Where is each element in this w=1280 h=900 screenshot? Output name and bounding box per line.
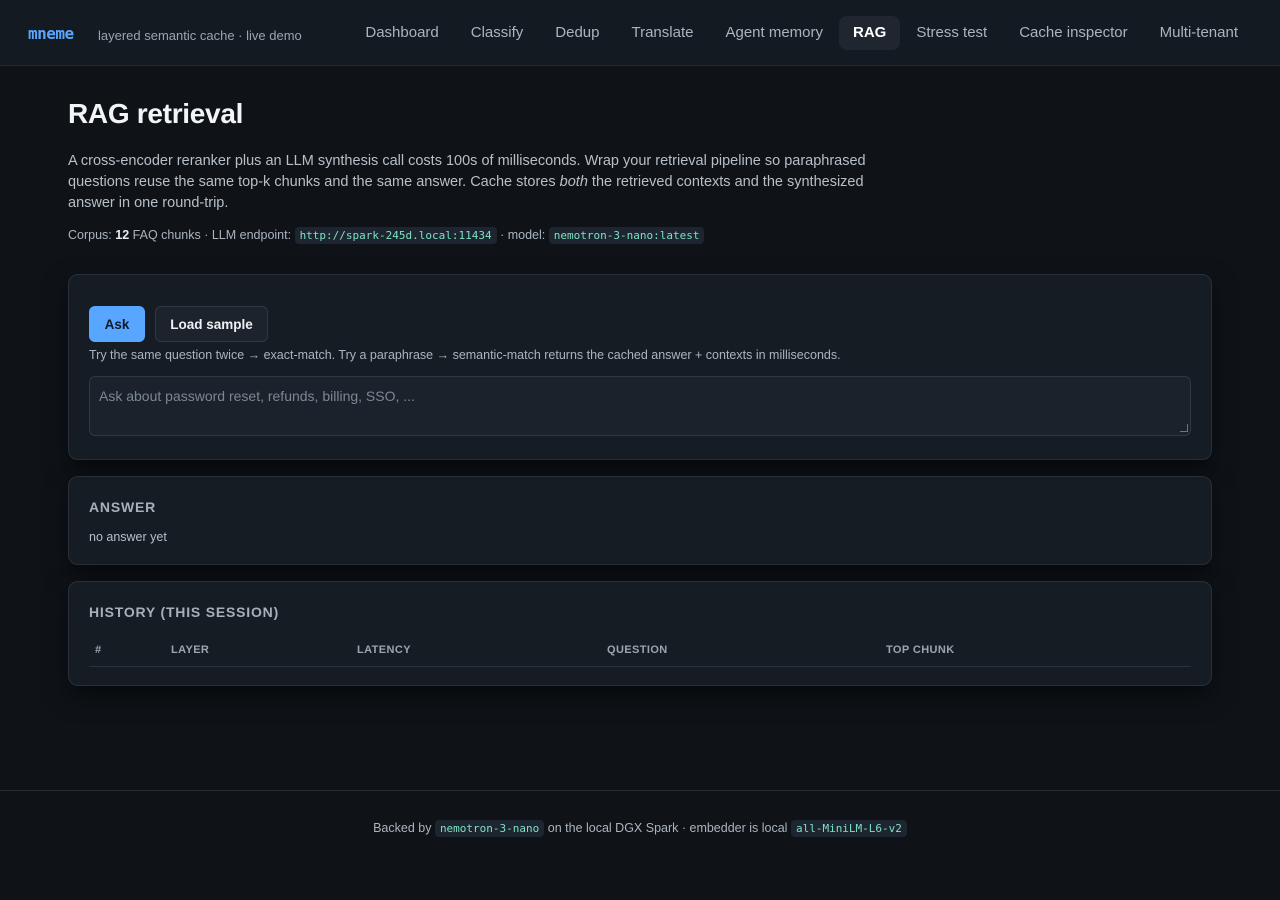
brand-logo[interactable]: mneme xyxy=(28,24,74,43)
llm-endpoint: http://spark-245d.local:11434 xyxy=(294,227,497,244)
top-navbar: mneme layered semantic cache · live demo… xyxy=(0,0,1280,66)
ask-hint: Try the same question twice → exact-matc… xyxy=(89,348,841,362)
column-top-chunk: TOP CHUNK xyxy=(886,644,955,656)
footer-embedder: all-MiniLM-L6-v2 xyxy=(790,820,907,837)
corpus-label: Corpus: xyxy=(68,228,112,242)
footer-llm: nemotron-3-nano xyxy=(434,820,545,837)
nav-dedup[interactable]: Dedup xyxy=(539,16,615,50)
load-sample-button[interactable]: Load sample xyxy=(155,306,268,342)
history-panel: HISTORY (THIS SESSION) # LAYER LATENCY Q… xyxy=(68,581,1212,686)
nav-stress-test[interactable]: Stress test xyxy=(900,16,1003,50)
answer-title: ANSWER xyxy=(89,499,157,515)
intro-emphasis: both xyxy=(559,174,588,190)
column-index: # xyxy=(95,644,102,656)
column-layer: LAYER xyxy=(171,644,210,656)
nav-translate[interactable]: Translate xyxy=(615,16,709,50)
footer: Backed by nemotron-3-nano on the local D… xyxy=(0,790,1280,900)
column-latency: LATENCY xyxy=(357,644,411,656)
nav-dashboard[interactable]: Dashboard xyxy=(349,16,454,50)
corpus-count: 12 xyxy=(115,228,130,242)
page-title: RAG retrieval xyxy=(68,98,244,129)
footer-prefix: Backed by xyxy=(373,821,432,835)
nav-rag[interactable]: RAG xyxy=(839,16,901,50)
footer-middle: on the local DGX Spark · embedder is loc… xyxy=(547,821,788,835)
nav-agent-memory[interactable]: Agent memory xyxy=(709,16,839,50)
ask-panel: Ask Load sample Try the same question tw… xyxy=(68,274,1212,460)
nav-cache-inspector[interactable]: Cache inspector xyxy=(1003,16,1143,50)
model-label: · model: xyxy=(500,228,546,242)
corpus-meta: Corpus: 12 FAQ chunks · LLM endpoint: ht… xyxy=(68,227,705,244)
resize-handle-icon[interactable] xyxy=(1180,424,1188,432)
footer-text: Backed by nemotron-3-nano on the local D… xyxy=(0,820,1280,837)
answer-text: no answer yet xyxy=(89,530,167,544)
model-name: nemotron-3-nano:latest xyxy=(548,227,705,244)
history-table-header: # LAYER LATENCY QUESTION TOP CHUNK xyxy=(89,642,1191,667)
corpus-unit: FAQ chunks · LLM endpoint: xyxy=(132,228,292,242)
history-title: HISTORY (THIS SESSION) xyxy=(89,604,280,620)
ask-button[interactable]: Ask xyxy=(89,306,145,342)
main-nav: Dashboard Classify Dedup Translate Agent… xyxy=(349,16,1254,50)
page-intro: A cross-encoder reranker plus an LLM syn… xyxy=(68,151,888,214)
question-input[interactable] xyxy=(89,376,1191,436)
column-question: QUESTION xyxy=(607,644,668,656)
nav-multi-tenant[interactable]: Multi-tenant xyxy=(1144,16,1254,50)
nav-classify[interactable]: Classify xyxy=(455,16,540,50)
brand-tagline: layered semantic cache · live demo xyxy=(98,28,302,43)
answer-panel: ANSWER no answer yet xyxy=(68,476,1212,565)
